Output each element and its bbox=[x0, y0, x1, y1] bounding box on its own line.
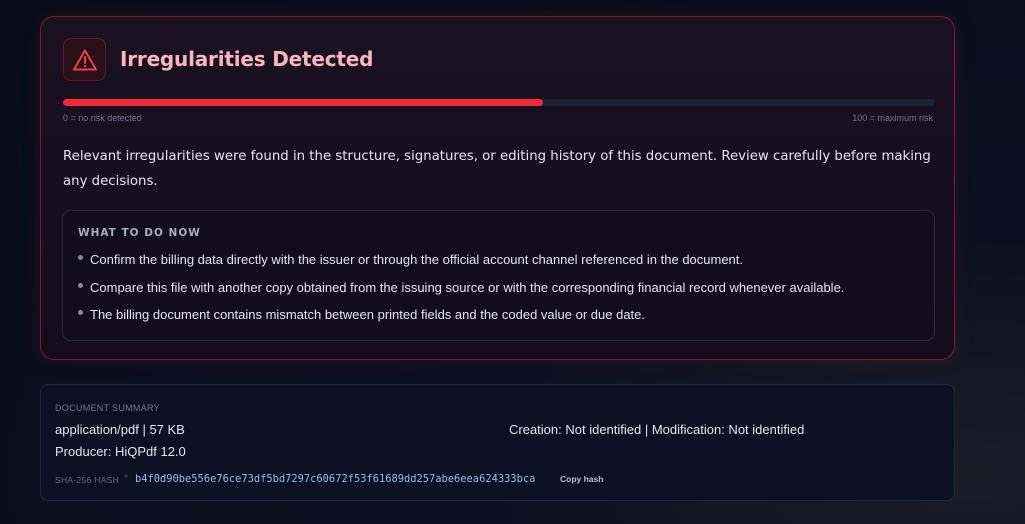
alert-title: Irregularities Detected bbox=[120, 47, 374, 71]
list-item-text: The billing document contains mismatch b… bbox=[90, 307, 646, 322]
warning-triangle-icon bbox=[72, 49, 97, 70]
info-dot-icon bbox=[124, 474, 128, 478]
hash-label: SHA-256 HASH bbox=[55, 475, 120, 485]
list-item-text: Compare this file with another copy obta… bbox=[90, 279, 845, 295]
alert-description: Relevant irregularities were found in th… bbox=[63, 149, 931, 189]
risk-meter bbox=[63, 99, 935, 106]
what-to-do-list: Confirm the billing data directly with t… bbox=[78, 252, 844, 335]
list-item: The billing document contains mismatch b… bbox=[78, 307, 844, 335]
list-item-text: Confirm the billing data directly with t… bbox=[90, 252, 744, 267]
document-summary-card: DOCUMENT SUMMARY application/pdf | 57 KB… bbox=[40, 384, 955, 501]
risk-scale-min-label: 0 = no risk detected bbox=[63, 113, 142, 123]
bullet-icon bbox=[78, 255, 83, 260]
document-dates: Creation: Not identified | Modification:… bbox=[509, 422, 805, 437]
what-to-do-panel: WHAT TO DO NOW Confirm the billing data … bbox=[62, 210, 935, 341]
list-item: Compare this file with another copy obta… bbox=[78, 280, 844, 308]
page: Irregularities Detected 0 = no risk dete… bbox=[0, 0, 1025, 524]
summary-title: DOCUMENT SUMMARY bbox=[55, 403, 160, 413]
list-item: Confirm the billing data directly with t… bbox=[78, 252, 844, 280]
producer-info: Producer: HiQPdf 12.0 bbox=[55, 444, 186, 459]
hash-value: b4f0d90be556e76ce73df5bd7297c60672f53f61… bbox=[135, 473, 536, 485]
warning-icon-badge bbox=[63, 38, 106, 81]
risk-scale-max-label: 100 = maximum risk bbox=[852, 113, 933, 123]
file-info: application/pdf | 57 KB bbox=[55, 422, 185, 437]
risk-alert-card: Irregularities Detected 0 = no risk dete… bbox=[40, 16, 955, 360]
what-to-do-title: WHAT TO DO NOW bbox=[78, 227, 201, 239]
bullet-icon bbox=[78, 310, 83, 315]
bullet-icon bbox=[78, 282, 83, 288]
copy-hash-button[interactable]: Copy hash bbox=[560, 474, 603, 484]
risk-meter-fill bbox=[63, 99, 543, 106]
